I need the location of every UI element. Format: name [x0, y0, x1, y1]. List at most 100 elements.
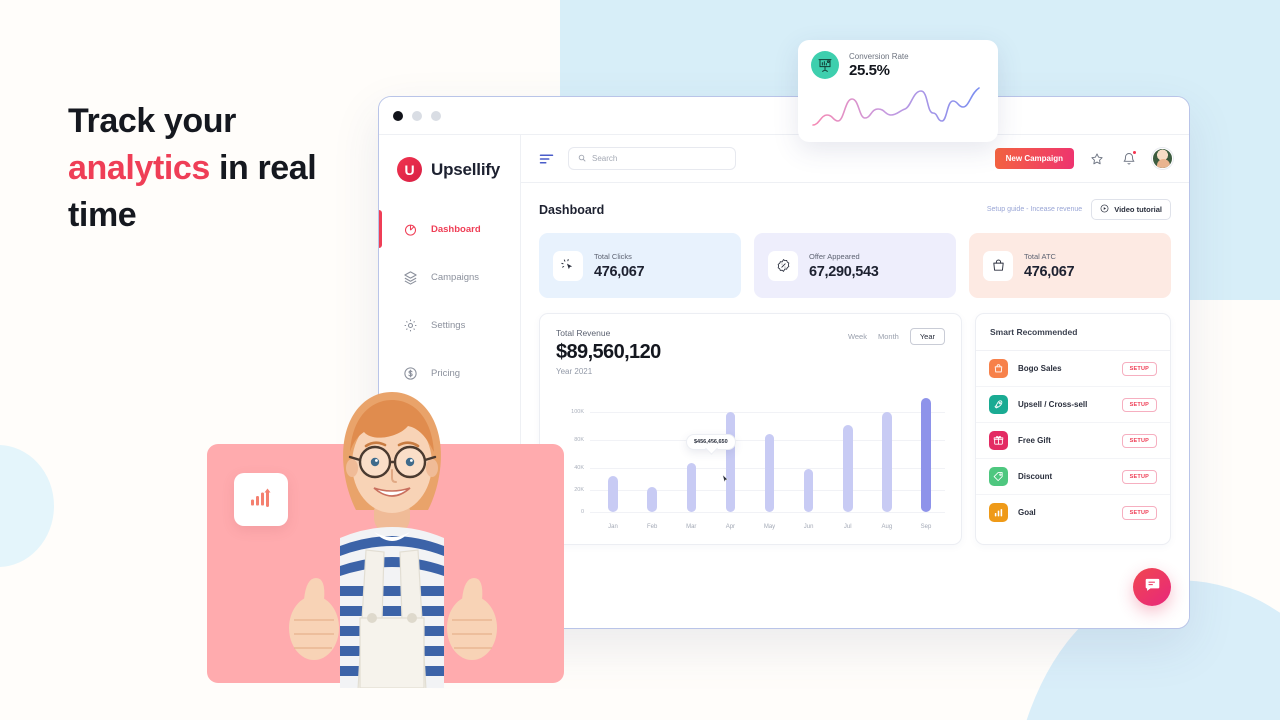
bar[interactable]	[608, 476, 618, 512]
sidebar-item-dashboard[interactable]: Dashboard	[379, 210, 520, 248]
star-icon[interactable]	[1088, 150, 1106, 168]
brand[interactable]: U Upsellify	[379, 135, 520, 182]
bar[interactable]	[843, 425, 853, 512]
topbar: Search New Campaign	[521, 135, 1189, 183]
y-axis-tick: 100K	[571, 409, 584, 415]
notification-badge-dot	[1132, 149, 1137, 155]
hamburger-icon[interactable]	[539, 153, 554, 165]
person-thumbs-up-photo	[289, 392, 497, 688]
bar-column[interactable]	[792, 469, 826, 512]
sidebar-item-campaigns[interactable]: Campaigns	[379, 262, 520, 292]
smart-recommended-title: Smart Recommended	[976, 314, 1170, 351]
pie-chart-icon	[403, 222, 418, 237]
bar[interactable]	[764, 434, 775, 512]
setup-button[interactable]: SETUP	[1121, 469, 1157, 484]
stat-label: Total Clicks	[594, 251, 632, 261]
recommended-item-label: Goal	[1018, 508, 1036, 517]
bar-chart-icon	[989, 503, 1008, 522]
bar-column[interactable]	[596, 476, 630, 512]
x-axis-tick: Apr	[725, 524, 736, 530]
total-revenue-panel: Total Revenue $89,560,120 Year 2021 Week…	[539, 313, 962, 545]
bell-icon[interactable]	[1120, 149, 1138, 168]
range-option-year[interactable]: Year	[909, 328, 945, 345]
cursor-click-icon	[553, 250, 583, 281]
tag-icon	[989, 467, 1008, 486]
x-axis-tick: May	[763, 524, 776, 530]
growth-chart-icon	[247, 483, 275, 516]
sidebar-item-label: Settings	[431, 319, 466, 331]
stat-label: Total ATC	[1024, 251, 1056, 261]
marketing-headline: Track your analytics in real time	[68, 98, 368, 239]
conversion-rate-label: Conversion Rate	[849, 51, 909, 61]
search-placeholder: Search	[592, 154, 618, 163]
bar[interactable]	[921, 398, 931, 512]
recommended-item-label: Discount	[1018, 472, 1053, 481]
x-axis-tick: Feb	[646, 524, 658, 530]
recommended-item[interactable]: Goal SETUP	[976, 495, 1170, 530]
bar[interactable]	[803, 469, 814, 512]
page-header-row: Dashboard Setup guide - Incease revenue …	[539, 199, 1171, 220]
sidebar-nav: Dashboard Campaigns Settings Pricing	[379, 210, 520, 388]
main-content: Search New Campaign Dashboard Setup guid…	[521, 135, 1189, 628]
window-close-dot[interactable]	[393, 110, 403, 121]
bar-column[interactable]	[635, 487, 669, 512]
search-icon	[578, 154, 586, 164]
bar-column[interactable]	[831, 425, 865, 512]
revenue-bar-chart: 100K 80K 40K 20K 0 Jan Feb Mar Apr May Jun Jul…	[556, 398, 945, 530]
conversion-rate-card: Conversion Rate 25.5%	[798, 40, 998, 142]
setup-guide-link[interactable]: Setup guide - Incease revenue	[987, 206, 1082, 213]
video-tutorial-label: Video tutorial	[1114, 205, 1162, 214]
range-option-month[interactable]: Month	[878, 332, 899, 341]
sidebar-item-settings[interactable]: Settings	[379, 310, 520, 340]
recommended-item[interactable]: Free Gift SETUP	[976, 423, 1170, 459]
new-campaign-button[interactable]: New Campaign	[994, 148, 1074, 169]
sidebar-item-label: Pricing	[431, 367, 461, 379]
gear-icon	[403, 318, 418, 333]
conversion-rate-value: 25.5%	[849, 61, 890, 79]
headline-accent-word: analytics	[68, 149, 210, 187]
avatar[interactable]	[1152, 148, 1173, 169]
chat-bubble-button[interactable]	[1133, 568, 1171, 606]
video-tutorial-button[interactable]: Video tutorial	[1091, 199, 1171, 220]
growth-badge	[234, 473, 288, 526]
bar-column[interactable]	[909, 398, 943, 512]
window-maximize-dot[interactable]	[431, 110, 441, 121]
smart-recommended-panel: Smart Recommended Bogo Sales SETUP Upsell …	[975, 313, 1171, 545]
chart-tooltip: $456,456,650	[686, 434, 736, 450]
stat-card-offer-appeared[interactable]: Offer Appeared 67,290,543	[754, 233, 956, 298]
bar-column[interactable]	[713, 412, 747, 512]
setup-button[interactable]: SETUP	[1121, 505, 1157, 520]
setup-button[interactable]: SETUP	[1121, 361, 1157, 376]
window-minimize-dot[interactable]	[412, 110, 422, 121]
gift-icon	[989, 431, 1008, 450]
shopping-bag-icon	[989, 359, 1008, 378]
page-title: Dashboard	[539, 202, 605, 217]
x-axis-tick: Sep	[920, 524, 932, 530]
headline-line-3: time	[68, 196, 137, 234]
stat-card-total-clicks[interactable]: Total Clicks 476,067	[539, 233, 741, 298]
x-axis-tick: Aug	[881, 524, 893, 530]
range-option-week[interactable]: Week	[848, 332, 867, 341]
rocket-icon	[989, 395, 1008, 414]
bar-column[interactable]	[753, 434, 787, 512]
recommended-item[interactable]: Discount SETUP	[976, 459, 1170, 495]
recommended-item[interactable]: Bogo Sales SETUP	[976, 351, 1170, 387]
stat-label: Offer Appeared	[809, 251, 860, 261]
x-axis-tick: Mar	[686, 524, 697, 530]
revenue-period: Year 2021	[556, 367, 593, 376]
stat-card-total-atc[interactable]: Total ATC 476,067	[969, 233, 1171, 298]
recommended-item[interactable]: Upsell / Cross-sell SETUP	[976, 387, 1170, 423]
bar-column[interactable]	[870, 412, 904, 512]
x-axis-tick: Jan	[608, 524, 618, 530]
setup-button[interactable]: SETUP	[1121, 433, 1157, 448]
headline-line-1: Track your	[68, 102, 236, 140]
sidebar-item-label: Dashboard	[431, 223, 481, 235]
bar-column[interactable]	[674, 463, 708, 512]
bar[interactable]	[686, 463, 696, 512]
setup-button[interactable]: SETUP	[1121, 397, 1157, 412]
bar[interactable]	[725, 412, 736, 512]
background-blue-circle-left	[0, 445, 54, 567]
bar[interactable]	[882, 412, 892, 512]
bar[interactable]	[647, 487, 657, 512]
search-input[interactable]: Search	[568, 147, 736, 170]
